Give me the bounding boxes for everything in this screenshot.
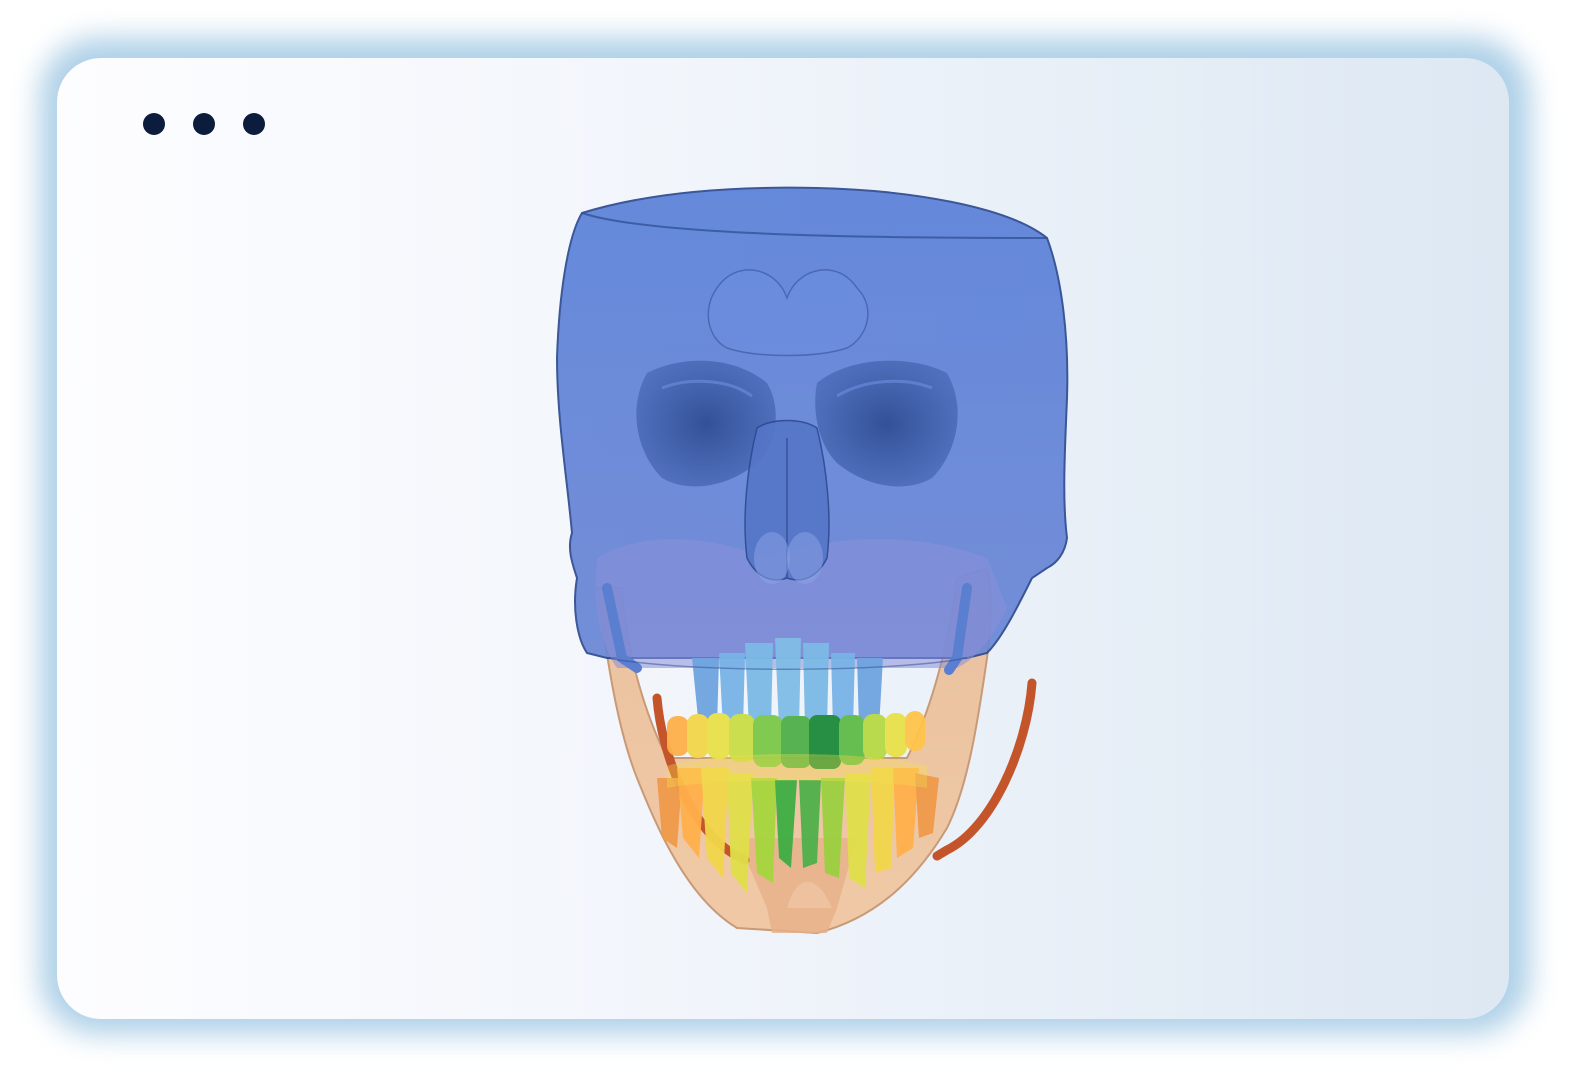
3d-model-viewport[interactable] [487, 138, 1087, 938]
window-dot-2[interactable] [193, 113, 215, 135]
app-window [57, 58, 1509, 1019]
skull-3d-model-icon [555, 186, 1069, 935]
window-controls [143, 113, 265, 135]
window-dot-3[interactable] [243, 113, 265, 135]
window-dot-1[interactable] [143, 113, 165, 135]
